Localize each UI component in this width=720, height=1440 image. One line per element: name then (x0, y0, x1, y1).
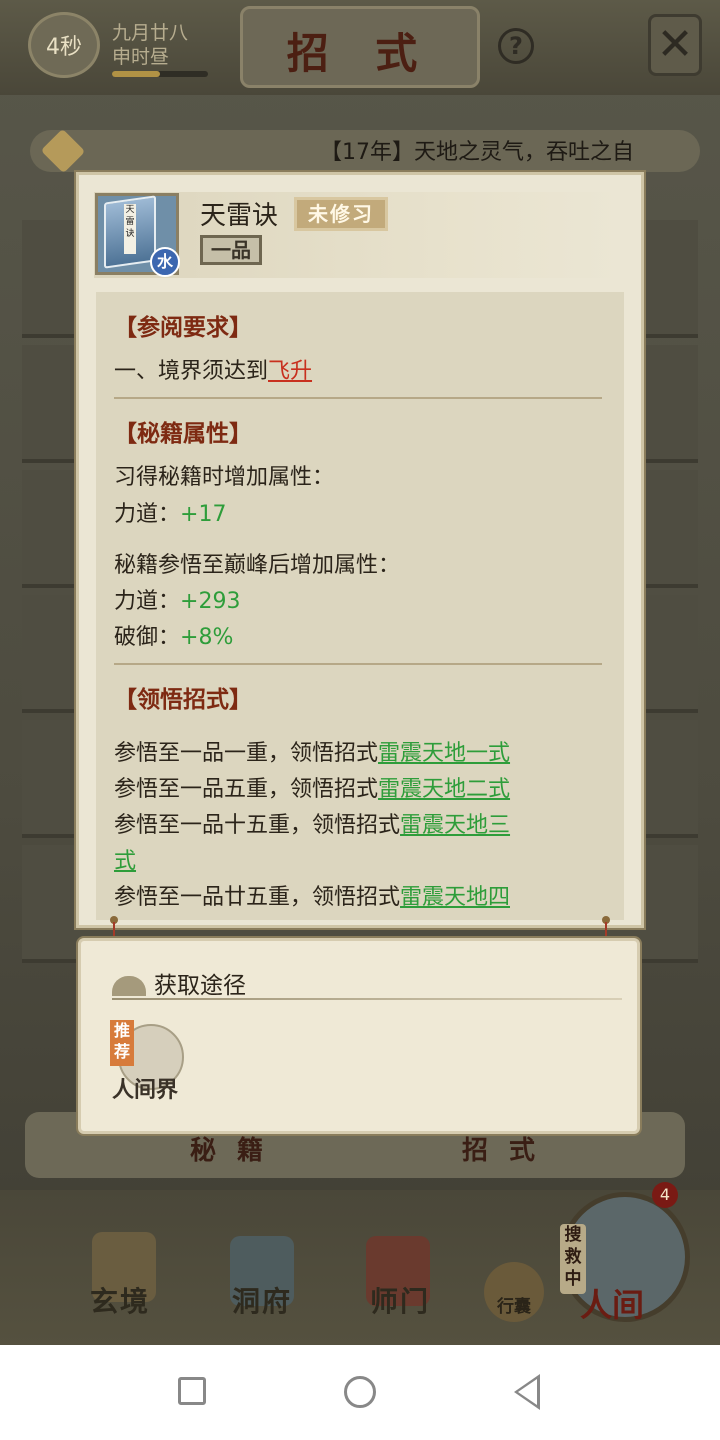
move-link[interactable]: 式 (114, 849, 136, 874)
tab-miji[interactable]: 秘 籍 (190, 1130, 269, 1167)
stat-name: 破御： (114, 625, 181, 650)
move-link[interactable]: 雷震天地三 (400, 813, 510, 838)
book-title-label: 天雷诀 (124, 204, 136, 254)
move-link[interactable]: 雷震天地一式 (378, 741, 510, 766)
move-link[interactable]: 雷震天地四 (400, 885, 510, 910)
tab-zhaoshi[interactable]: 招 式 (462, 1130, 541, 1167)
grade-badge: 一品 (200, 235, 262, 265)
status-badge: 未修习 (294, 197, 388, 231)
recommend-tag: 推荐 (110, 1020, 134, 1066)
water-element-badge: 水 (150, 247, 180, 277)
nav-dongfu[interactable]: 洞府 (232, 1280, 292, 1320)
nav-renjian[interactable]: 人间 (580, 1280, 644, 1326)
announcement-text: 【17年】天地之灵气，吞吐之自 (320, 140, 634, 165)
nav-xuanjing[interactable]: 玄境 (90, 1280, 150, 1320)
stat-value: +17 (180, 502, 227, 527)
page-title: 招 式 (286, 29, 434, 78)
requirement-prefix: 一、境界须达到 (114, 359, 269, 384)
learn-gain-line: 力道：+17 (114, 496, 226, 528)
nav-xingnang[interactable]: 行囊 (484, 1262, 544, 1322)
requirement-line: 一、境界须达到飞升 (114, 353, 312, 385)
move-unlock-line: 参悟至一品一重，领悟招式雷震天地一式 (114, 735, 510, 767)
realm-link[interactable]: 飞升 (268, 359, 312, 384)
timer-badge: 4秒 (28, 12, 100, 78)
divider (112, 998, 622, 1000)
move-link[interactable]: 雷震天地二式 (378, 777, 510, 802)
peak-gain-line-2: 破御：+8% (114, 619, 233, 651)
stat-name: 力道： (114, 502, 181, 527)
notification-badge: 4 (652, 1182, 678, 1208)
move-condition: 参悟至一品一重，领悟招式 (114, 741, 379, 766)
date-time: 申时昼 (112, 46, 170, 68)
stat-value: +293 (180, 589, 241, 614)
date-lunar: 九月廿八 (112, 22, 189, 44)
move-unlock-line: 参悟至一品五重，领悟招式雷震天地二式 (114, 771, 510, 803)
peak-gain-label: 秘籍参悟至巅峰后增加属性： (114, 553, 401, 578)
learn-gain-label: 习得秘籍时增加属性： (114, 465, 335, 490)
divider (114, 663, 602, 665)
move-condition: 参悟至一品廿五重，领悟招式 (114, 885, 401, 910)
move-unlock-line-wrap: 式 (114, 843, 136, 875)
time-progress-fill (112, 71, 160, 77)
stat-name: 力道： (114, 589, 181, 614)
move-condition: 参悟至一品五重，领悟招式 (114, 777, 379, 802)
help-icon[interactable]: ? (498, 28, 534, 64)
section-title-requirement: 【参阅要求】 (114, 314, 252, 341)
source-title: 获取途径 (154, 973, 246, 999)
source-realm-label[interactable]: 人间界 (112, 1072, 178, 1104)
skill-name: 天雷诀 (200, 201, 279, 231)
peak-gain-line-1: 力道：+293 (114, 583, 240, 615)
move-unlock-line: 参悟至一品十五重，领悟招式雷震天地三 (114, 807, 510, 839)
nav-shimen[interactable]: 师门 (370, 1280, 430, 1320)
recents-icon[interactable] (178, 1377, 206, 1405)
close-button[interactable]: ✕ (648, 14, 702, 76)
stat-value: +8% (180, 625, 234, 650)
move-condition: 参悟至一品十五重，领悟招式 (114, 813, 401, 838)
move-unlock-line: 参悟至一品廿五重，领悟招式雷震天地四 (114, 879, 510, 913)
section-title-attributes: 【秘籍属性】 (114, 420, 252, 447)
home-icon[interactable] (344, 1376, 376, 1408)
divider (114, 397, 602, 399)
back-icon-inner (518, 1379, 537, 1405)
section-title-moves: 【领悟招式】 (114, 686, 252, 713)
